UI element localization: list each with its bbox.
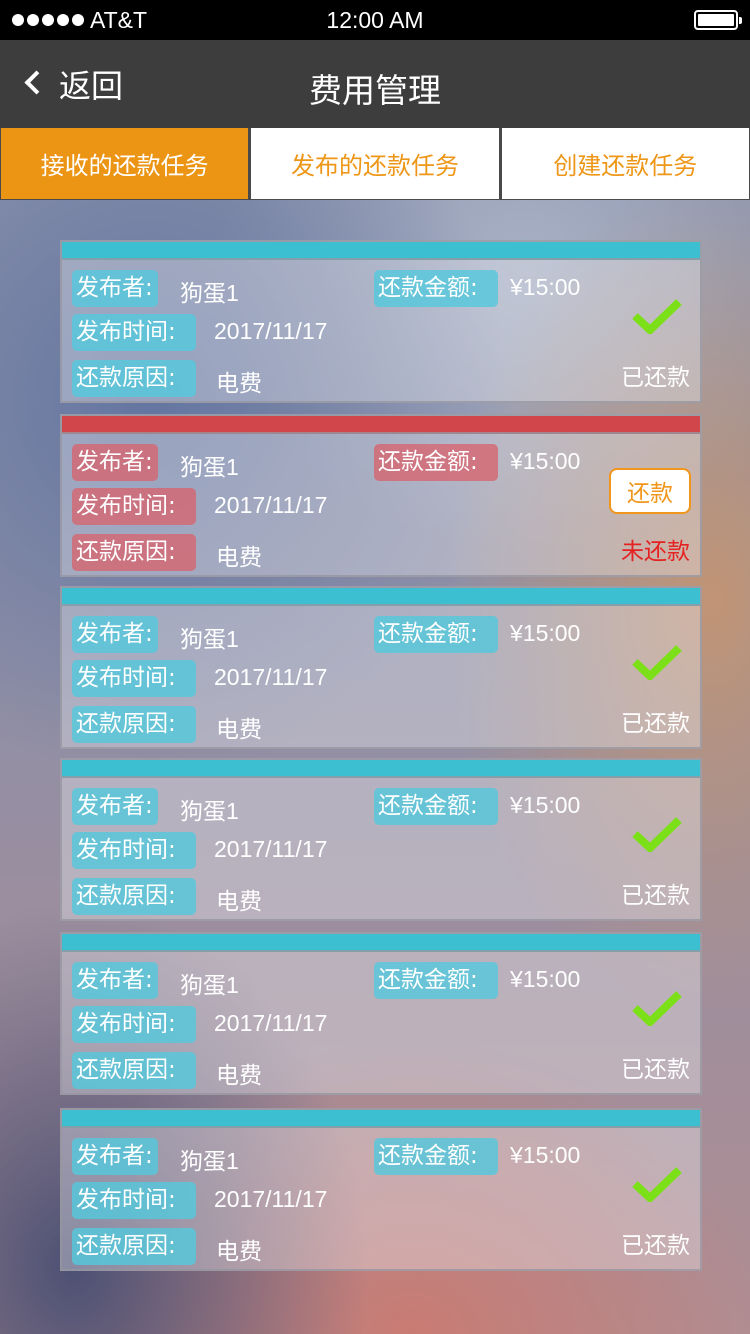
reason-value: 电费 [216,1238,262,1264]
amount-label: 还款金额: [374,270,498,307]
battery-icon [694,10,742,30]
publisher-label: 发布者: [72,616,158,653]
page-title: 费用管理 [309,71,441,110]
card-header-bar [62,416,700,434]
card-header-bar [62,1110,700,1128]
publish-time-value: 2017/11/17 [214,664,328,690]
publisher-label: 发布者: [72,1138,158,1175]
reason-label: 还款原因: [72,1052,196,1089]
publish-time-label: 发布时间: [72,660,196,697]
publish-time-value: 2017/11/17 [214,492,328,518]
checkmark-icon [632,816,682,854]
publisher-value: 狗蛋1 [180,280,239,306]
navigation-bar: 返回 费用管理 [0,40,750,128]
tab-create-task[interactable]: 创建还款任务 [501,128,749,199]
tab-received-tasks[interactable]: 接收的还款任务 [1,128,249,199]
reason-label: 还款原因: [72,360,196,397]
repayment-card: 发布者: 狗蛋1 还款金额: ¥15:00 发布时间: 2017/11/17 还款原因: 电费… [60,758,702,921]
publisher-label: 发布者: [72,788,158,825]
amount-value: ¥15:00 [510,448,581,474]
reason-label: 还款原因: [72,706,196,743]
publisher-value: 狗蛋1 [180,1148,239,1174]
reason-value: 电费 [216,370,262,396]
publish-time-label: 发布时间: [72,314,196,351]
payment-status: 未还款 [621,539,690,565]
publish-time-value: 2017/11/17 [214,836,328,862]
reason-label: 还款原因: [72,1228,196,1265]
publisher-label: 发布者: [72,962,158,999]
publish-time-label: 发布时间: [72,832,196,869]
repay-button[interactable]: 还款 [609,468,691,514]
amount-value: ¥15:00 [510,1142,581,1168]
payment-status: 已还款 [621,711,690,737]
checkmark-icon [632,1166,682,1204]
reason-label: 还款原因: [72,878,196,915]
payment-status: 已还款 [621,365,690,391]
checkmark-icon [632,298,682,336]
publish-time-value: 2017/11/17 [214,1010,328,1036]
amount-label: 还款金额: [374,444,498,481]
publisher-value: 狗蛋1 [180,626,239,652]
segment-tabs: 接收的还款任务 发布的还款任务 创建还款任务 [0,128,750,200]
tab-published-tasks[interactable]: 发布的还款任务 [251,128,499,199]
publisher-value: 狗蛋1 [180,972,239,998]
publish-time-value: 2017/11/17 [214,318,328,344]
publish-time-label: 发布时间: [72,1006,196,1043]
payment-status: 已还款 [621,1057,690,1083]
checkmark-icon [632,644,682,682]
reason-value: 电费 [216,888,262,914]
card-header-bar [62,242,700,260]
publisher-value: 狗蛋1 [180,454,239,480]
repayment-card: 发布者: 狗蛋1 还款金额: ¥15:00 发布时间: 2017/11/17 还款原因: 电费… [60,586,702,749]
amount-value: ¥15:00 [510,792,581,818]
publisher-value: 狗蛋1 [180,798,239,824]
payment-status: 已还款 [621,883,690,909]
amount-label: 还款金额: [374,1138,498,1175]
amount-value: ¥15:00 [510,274,581,300]
amount-value: ¥15:00 [510,966,581,992]
repayment-card: 发布者: 狗蛋1 还款金额: ¥15:00 发布时间: 2017/11/17 还款原因: 电费… [60,414,702,577]
repayment-card: 发布者: 狗蛋1 还款金额: ¥15:00 发布时间: 2017/11/17 还款原因: 电费… [60,240,702,403]
card-header-bar [62,934,700,952]
publish-time-value: 2017/11/17 [214,1186,328,1212]
repayment-card: 发布者: 狗蛋1 还款金额: ¥15:00 发布时间: 2017/11/17 还款原因: 电费… [60,932,702,1095]
amount-value: ¥15:00 [510,620,581,646]
amount-label: 还款金额: [374,616,498,653]
status-time: 12:00 AM [326,7,424,33]
amount-label: 还款金额: [374,788,498,825]
status-bar: AT&T 12:00 AM [0,0,750,40]
reason-value: 电费 [216,1062,262,1088]
card-header-bar [62,588,700,606]
publish-time-label: 发布时间: [72,488,196,525]
repayment-card: 发布者: 狗蛋1 还款金额: ¥15:00 发布时间: 2017/11/17 还款原因: 电费… [60,1108,702,1271]
reason-label: 还款原因: [72,534,196,571]
checkmark-icon [632,990,682,1028]
publisher-label: 发布者: [72,270,158,307]
reason-value: 电费 [216,544,262,570]
card-header-bar [62,760,700,778]
publish-time-label: 发布时间: [72,1182,196,1219]
reason-value: 电费 [216,716,262,742]
publisher-label: 发布者: [72,444,158,481]
payment-status: 已还款 [621,1233,690,1259]
amount-label: 还款金额: [374,962,498,999]
